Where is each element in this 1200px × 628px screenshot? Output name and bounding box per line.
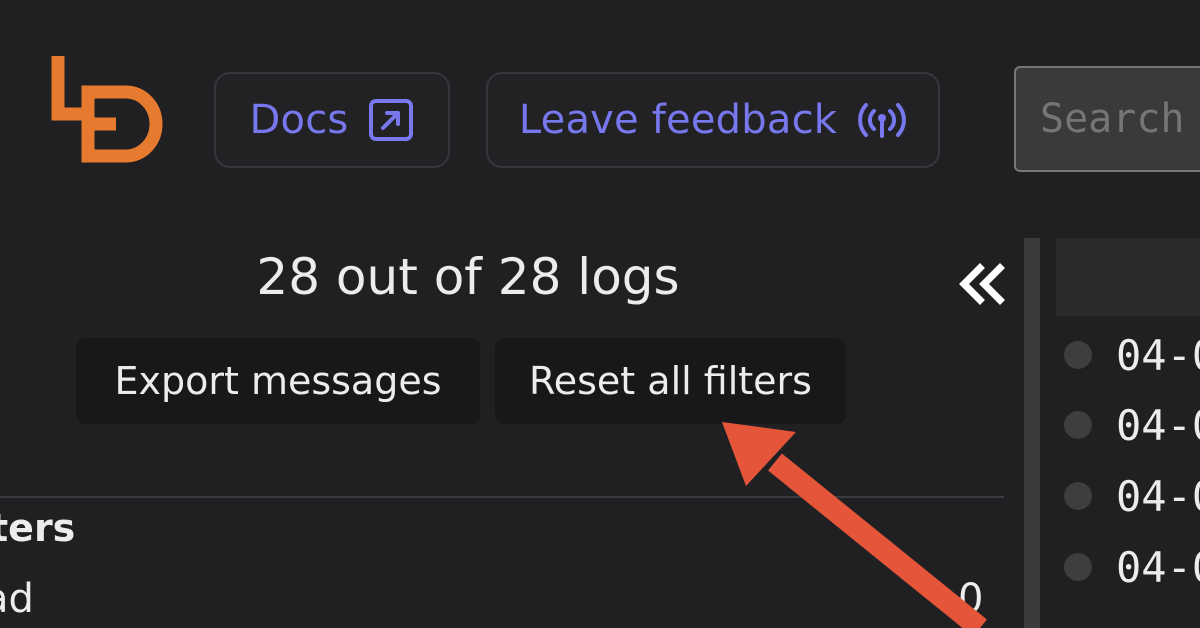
filters-title: ters <box>0 506 76 550</box>
export-messages-button[interactable]: Export messages <box>76 338 480 424</box>
leave-feedback-button[interactable]: Leave feedback <box>486 72 940 168</box>
ld-logo <box>51 56 163 163</box>
filter-row-count: 0 <box>958 576 984 622</box>
double-chevron-left-icon[interactable] <box>956 262 1006 306</box>
scrollbar[interactable] <box>1024 238 1040 628</box>
log-entry[interactable]: 04-0 <box>1064 542 1200 592</box>
log-list-header <box>1056 238 1200 316</box>
reset-all-filters-button[interactable]: Reset all filters <box>495 338 846 424</box>
log-entry[interactable]: 04-0 <box>1064 330 1200 380</box>
external-link-icon <box>368 98 414 142</box>
log-entry-text: 04-0 <box>1116 471 1200 521</box>
docs-button[interactable]: Docs <box>214 72 450 168</box>
status-dot <box>1064 482 1092 510</box>
log-entry-text: 04-0 <box>1116 400 1200 450</box>
log-entry[interactable]: 04-0 <box>1064 400 1200 450</box>
log-entry-text: 04-0 <box>1116 330 1200 380</box>
status-dot <box>1064 411 1092 439</box>
log-entry-text: 04-0 <box>1116 542 1200 592</box>
log-entry[interactable]: 04-0 <box>1064 471 1200 521</box>
search-input[interactable] <box>1014 66 1200 172</box>
filter-row-label[interactable]: ad <box>0 576 34 622</box>
docs-label: Docs <box>249 97 349 143</box>
divider <box>0 496 1004 498</box>
leave-feedback-label: Leave feedback <box>518 97 838 143</box>
status-dot <box>1064 341 1092 369</box>
status-dot <box>1064 553 1092 581</box>
broadcast-icon <box>857 102 907 138</box>
log-count: 28 out of 28 logs <box>256 248 680 306</box>
